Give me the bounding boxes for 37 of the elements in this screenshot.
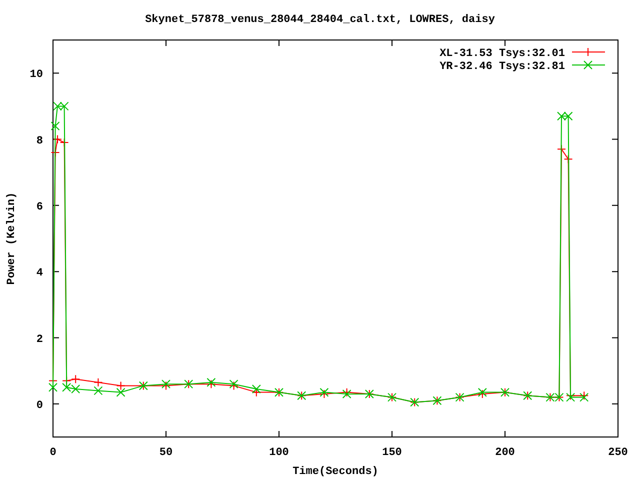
point	[564, 112, 573, 121]
point	[252, 384, 261, 394]
x-axis-label: Time(Seconds)	[292, 466, 378, 478]
x-tick-label: 100	[269, 447, 289, 459]
x-tick-label: 50	[159, 447, 173, 459]
point	[94, 386, 103, 396]
point	[60, 102, 69, 111]
point	[62, 382, 72, 392]
point	[50, 148, 60, 157]
y-tick-label: 10	[30, 69, 43, 82]
point	[71, 384, 80, 394]
point	[557, 144, 566, 154]
y-axis-label: Power (Kelvin)	[6, 192, 18, 285]
point	[53, 102, 62, 111]
point	[48, 382, 58, 392]
x-tick-label: 250	[608, 447, 628, 459]
point	[252, 388, 261, 397]
y-tick-label: 8	[36, 135, 43, 148]
y-tick-label: 6	[36, 201, 43, 214]
x-tick-label: 0	[50, 447, 56, 459]
point	[557, 112, 566, 121]
y-tick-label: 0	[36, 400, 43, 412]
point	[116, 388, 126, 397]
y-tick-label: 4	[36, 268, 43, 280]
legend-label: XL-31.53 Tsys:32.01	[440, 48, 565, 60]
point	[71, 374, 80, 384]
point	[94, 378, 103, 387]
point	[50, 122, 60, 131]
point	[116, 381, 126, 390]
chart-title: Skynet_57878_venus_28044_28404_cal.txt, LOWRES, daisy	[145, 14, 495, 26]
legend-label: YR-32.46 Tsys:32.81	[440, 61, 565, 73]
y-tick-label: 2	[36, 334, 43, 346]
x-tick-label: 200	[495, 447, 515, 459]
point	[53, 134, 62, 144]
legend-sample	[572, 48, 606, 56]
x-tick-label: 150	[382, 447, 402, 459]
legend-sample	[572, 60, 606, 70]
